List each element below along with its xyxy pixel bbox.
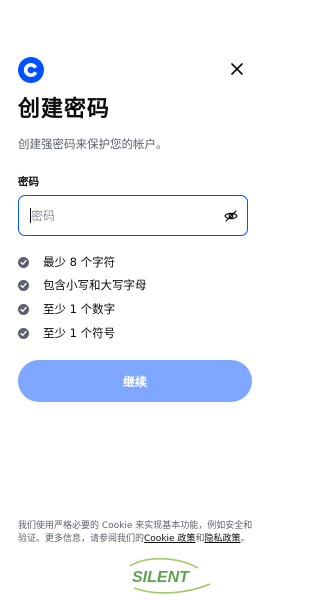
requirement-text: 最少 8 个字符 [43, 255, 116, 269]
requirement-mixed-case: 包含小写和大写字母 [18, 276, 147, 294]
check-circle-icon [18, 279, 29, 291]
coinbase-logo-icon [18, 57, 44, 83]
cookie-notice: 我们使用严格必要的 Cookie 来实现基本功能，例如安全和验证。更多信息，请参… [18, 520, 254, 546]
check-circle-icon [18, 303, 29, 315]
page-subtitle: 创建强密码来保护您的帐户。 [18, 137, 168, 151]
requirement-text: 至少 1 个符号 [43, 326, 116, 340]
privacy-policy-link[interactable]: 隐私政策 [204, 534, 240, 544]
close-button[interactable] [226, 58, 248, 80]
password-input[interactable] [19, 196, 211, 235]
cookie-policy-link[interactable]: Cookie 政策 [144, 534, 195, 544]
requirement-text: 至少 1 个数字 [43, 302, 116, 316]
requirement-text: 包含小写和大写字母 [43, 278, 147, 292]
check-circle-icon [18, 256, 29, 268]
requirement-symbol: 至少 1 个符号 [18, 324, 115, 342]
svg-text:SILENT: SILENT [132, 569, 190, 586]
password-field[interactable] [18, 195, 248, 236]
eye-off-icon[interactable] [223, 208, 239, 224]
watermark-logo: SILENT [129, 558, 211, 594]
password-label: 密码 [18, 176, 39, 188]
check-circle-icon [18, 327, 29, 339]
text-caret [30, 208, 31, 223]
requirement-number: 至少 1 个数字 [18, 300, 115, 318]
page-title: 创建密码 [18, 97, 111, 122]
close-icon [231, 63, 243, 75]
continue-button[interactable]: 继续 [18, 360, 252, 402]
cookie-notice-end: 。 [240, 534, 250, 544]
requirement-min-length: 最少 8 个字符 [18, 253, 115, 271]
